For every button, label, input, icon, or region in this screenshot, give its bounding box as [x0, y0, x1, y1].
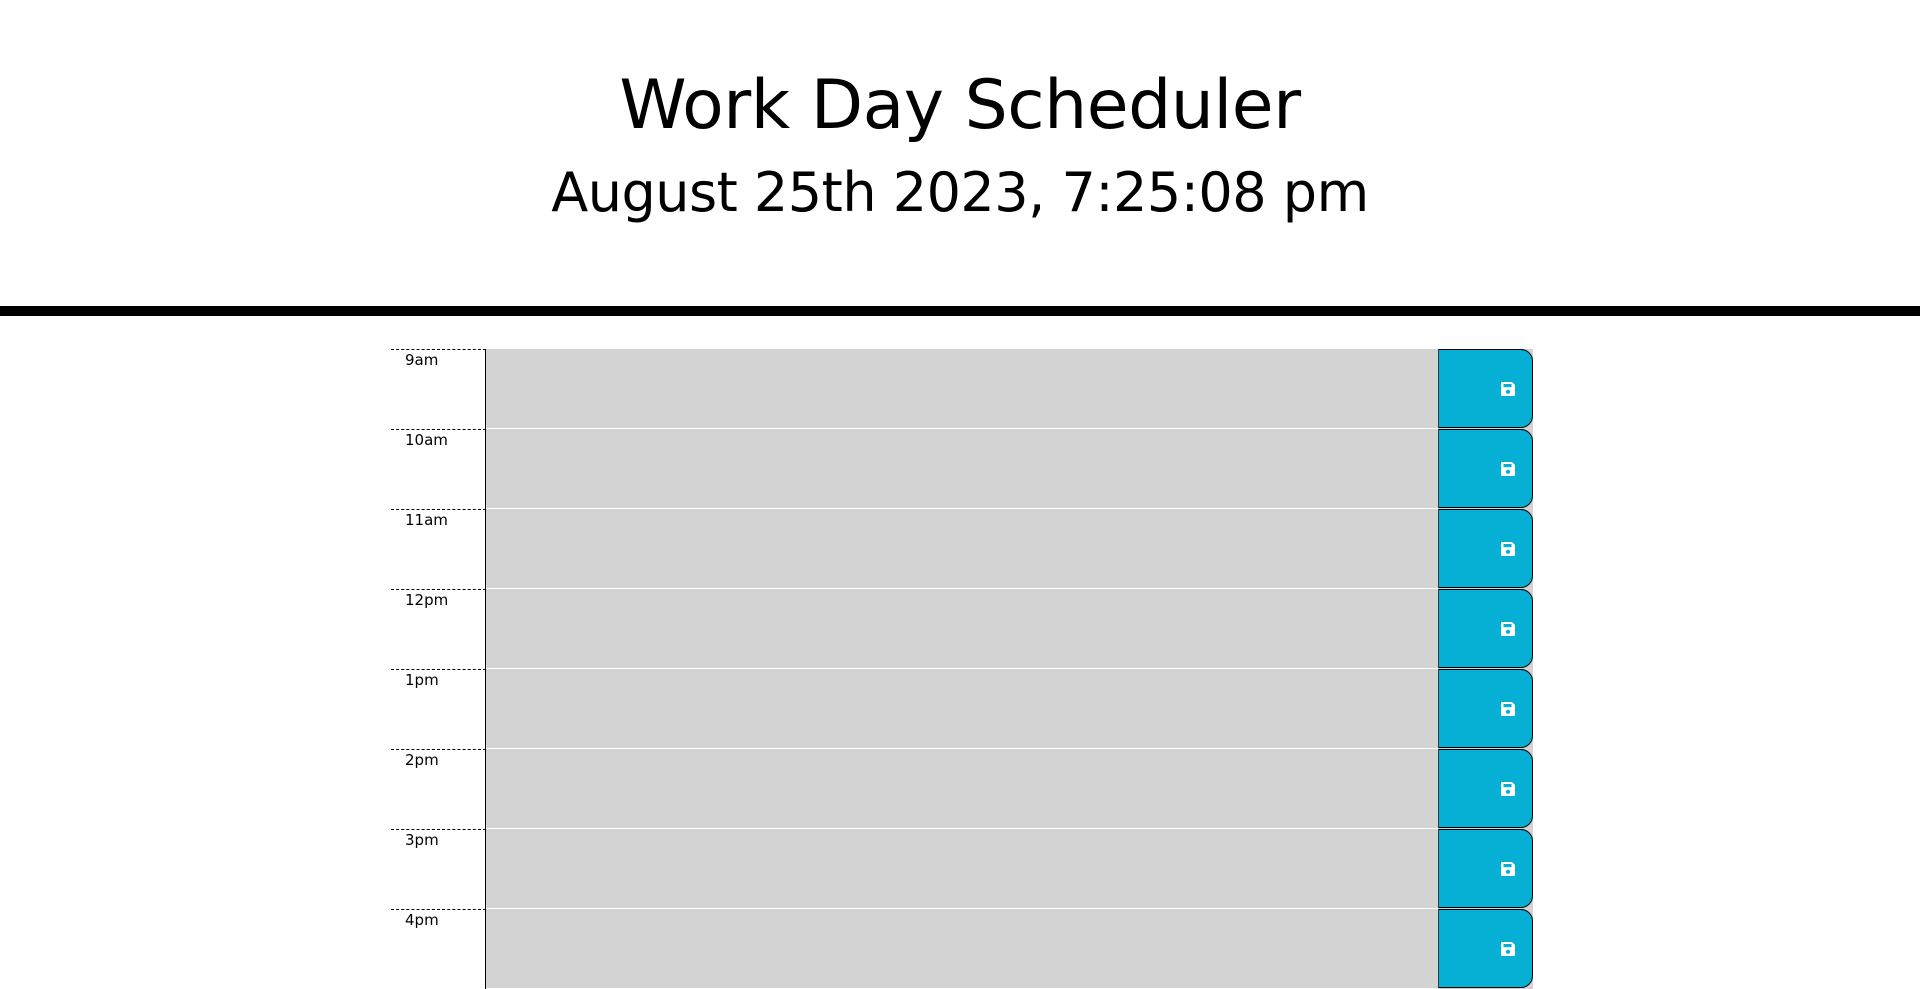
time-block-11am: 11am [391, 509, 1533, 589]
hour-label: 9am [391, 349, 486, 429]
time-block-3pm: 3pm [391, 829, 1533, 909]
event-description-input[interactable] [486, 829, 1438, 909]
hour-label: 10am [391, 429, 486, 509]
floppy-disk-icon [1501, 382, 1515, 396]
time-block-2pm: 2pm [391, 749, 1533, 829]
save-button[interactable] [1438, 589, 1533, 668]
floppy-disk-icon [1501, 942, 1515, 956]
hour-label: 4pm [391, 909, 486, 989]
save-button[interactable] [1438, 669, 1533, 748]
floppy-disk-icon [1501, 862, 1515, 876]
save-cell [1438, 829, 1533, 909]
time-block-4pm: 4pm [391, 909, 1533, 989]
hour-label: 11am [391, 509, 486, 589]
save-button[interactable] [1438, 429, 1533, 508]
hour-label: 12pm [391, 589, 486, 669]
save-button[interactable] [1438, 349, 1533, 428]
hour-label: 3pm [391, 829, 486, 909]
event-description-input[interactable] [486, 909, 1438, 989]
save-cell [1438, 909, 1533, 989]
event-description-input[interactable] [486, 509, 1438, 589]
floppy-disk-icon [1501, 622, 1515, 636]
floppy-disk-icon [1501, 782, 1515, 796]
floppy-disk-icon [1501, 542, 1515, 556]
save-cell [1438, 749, 1533, 829]
save-cell [1438, 589, 1533, 669]
floppy-disk-icon [1501, 702, 1515, 716]
save-cell [1438, 509, 1533, 589]
current-datetime: August 25th 2023, 7:25:08 pm [551, 161, 1369, 224]
event-description-input[interactable] [486, 749, 1438, 829]
event-description-input[interactable] [486, 349, 1438, 429]
hour-label: 1pm [391, 669, 486, 749]
save-button[interactable] [1438, 829, 1533, 908]
event-description-input[interactable] [486, 589, 1438, 669]
time-block-9am: 9am [391, 349, 1533, 429]
save-button[interactable] [1438, 509, 1533, 588]
save-cell [1438, 349, 1533, 429]
time-block-10am: 10am [391, 429, 1533, 509]
event-description-input[interactable] [486, 429, 1438, 509]
hour-label: 2pm [391, 749, 486, 829]
save-button[interactable] [1438, 909, 1533, 988]
page-title: Work Day Scheduler [619, 66, 1301, 145]
save-button[interactable] [1438, 749, 1533, 828]
save-cell [1438, 669, 1533, 749]
floppy-disk-icon [1501, 462, 1515, 476]
event-description-input[interactable] [486, 669, 1438, 749]
page-header: Work Day Scheduler August 25th 2023, 7:2… [0, 0, 1920, 316]
time-block-12pm: 12pm [391, 589, 1533, 669]
schedule-container: 9am 10am 11am 12pm 1pm 2pm 3pm 4pm [391, 349, 1533, 989]
time-block-1pm: 1pm [391, 669, 1533, 749]
save-cell [1438, 429, 1533, 509]
